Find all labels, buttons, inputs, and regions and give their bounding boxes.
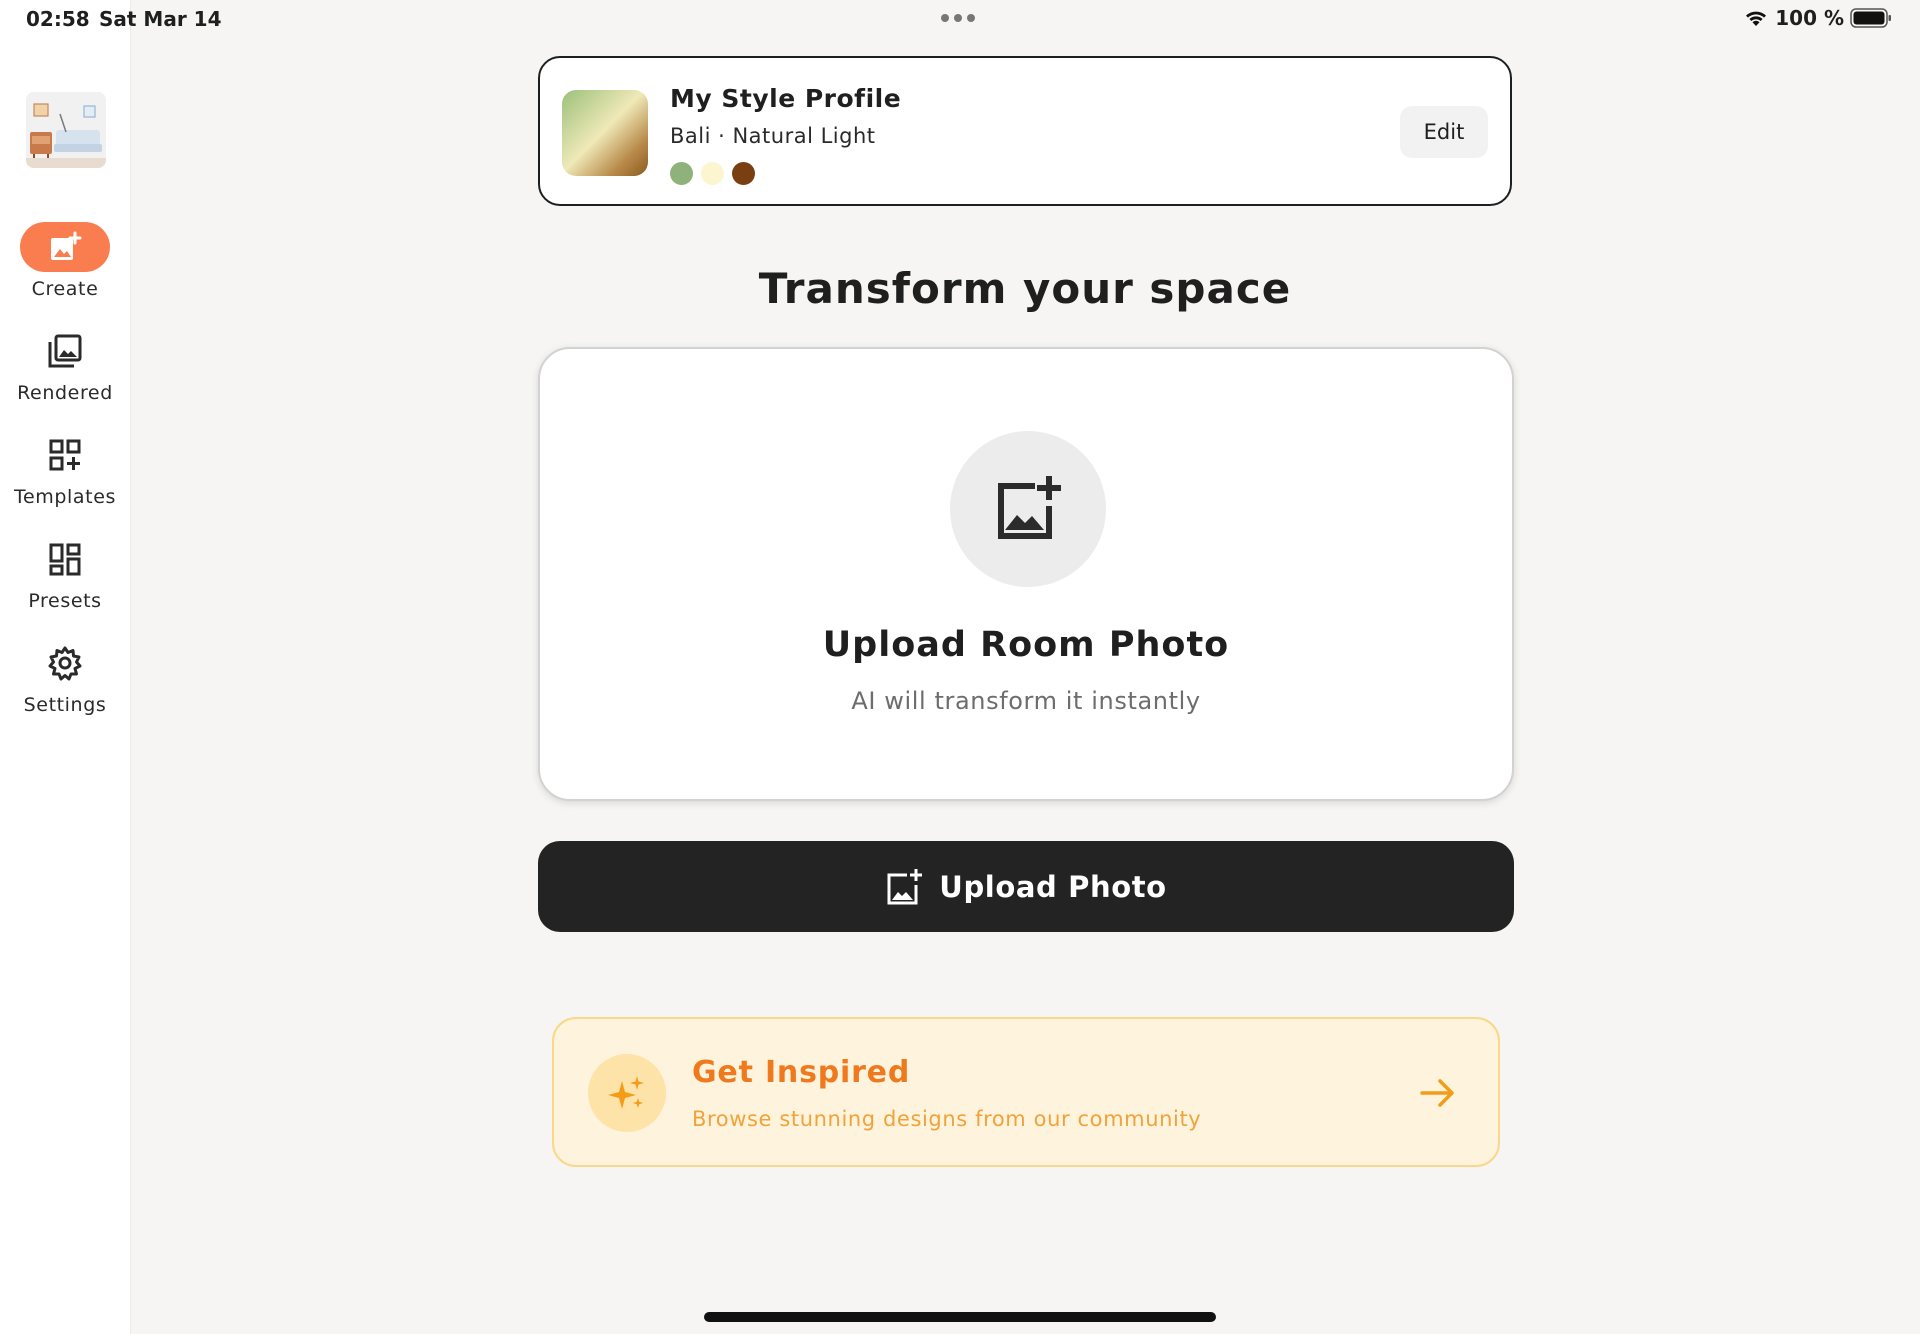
status-date: Sat Mar 14 [99, 7, 222, 31]
style-profile-card[interactable]: My Style Profile Bali · Natural Light Ed… [538, 56, 1512, 206]
style-swatch [562, 90, 648, 176]
sidebar: Create Rendered Templates Presets Settin… [0, 0, 131, 1334]
upload-photo-label: Upload Photo [939, 869, 1167, 904]
upload-card-title: Upload Room Photo [822, 625, 1230, 665]
grid-add-icon [49, 439, 81, 471]
get-inspired-title: Get Inspired [692, 1055, 911, 1090]
wifi-icon [1746, 11, 1767, 26]
palette-color [701, 162, 724, 185]
battery-percentage: 100 % [1775, 6, 1844, 30]
dashboard-icon [49, 543, 81, 576]
sidebar-item-settings[interactable]: Settings [0, 638, 130, 716]
page-title: Transform your space [758, 264, 1292, 313]
battery-icon [1850, 8, 1891, 28]
add-photo-icon [998, 476, 1061, 539]
sidebar-item-label: Create [31, 278, 99, 300]
style-profile-title: My Style Profile [670, 84, 902, 113]
home-indicator[interactable] [704, 1312, 1216, 1322]
upload-icon-circle [950, 431, 1106, 587]
style-profile-subtitle: Bali · Natural Light [670, 124, 876, 148]
add-photo-icon [51, 231, 82, 260]
add-photo-icon [887, 868, 923, 904]
sidebar-item-label: Templates [14, 486, 116, 508]
sidebar-item-create[interactable]: Create [0, 222, 130, 300]
palette-color [670, 162, 693, 185]
status-indicators: 100 % [1743, 6, 1892, 30]
sidebar-item-label: Settings [23, 694, 107, 716]
sidebar-item-label: Rendered [17, 382, 113, 404]
sidebar-item-label: Presets [28, 590, 102, 612]
sidebar-item-presets[interactable]: Presets [0, 534, 130, 612]
palette-color [732, 162, 755, 185]
photo-library-icon [48, 334, 82, 368]
sparkles-icon [608, 1076, 644, 1109]
edit-profile-button[interactable]: Edit [1400, 106, 1488, 158]
sidebar-item-rendered[interactable]: Rendered [0, 326, 130, 404]
sidebar-item-templates[interactable]: Templates [0, 430, 130, 508]
gear-icon [48, 646, 82, 681]
status-bar: 02:58 Sat Mar 14 100 % [0, 0, 1920, 40]
upload-room-photo-card[interactable]: Upload Room Photo AI will transform it i… [538, 347, 1514, 801]
get-inspired-subtitle: Browse stunning designs from our communi… [692, 1107, 1202, 1131]
get-inspired-banner[interactable]: Get Inspired Browse stunning designs fro… [552, 1017, 1500, 1167]
app-logo[interactable] [26, 92, 106, 168]
status-time: 02:58 [26, 7, 90, 31]
multitasking-dots-icon[interactable] [941, 14, 975, 22]
upload-card-subtitle: AI will transform it instantly [851, 687, 1201, 715]
upload-photo-button[interactable]: Upload Photo [538, 841, 1514, 932]
create-pill[interactable] [20, 222, 110, 272]
sparkles-icon-circle [588, 1054, 666, 1132]
arrow-right-icon[interactable] [1418, 1075, 1458, 1111]
color-palette [670, 162, 755, 185]
